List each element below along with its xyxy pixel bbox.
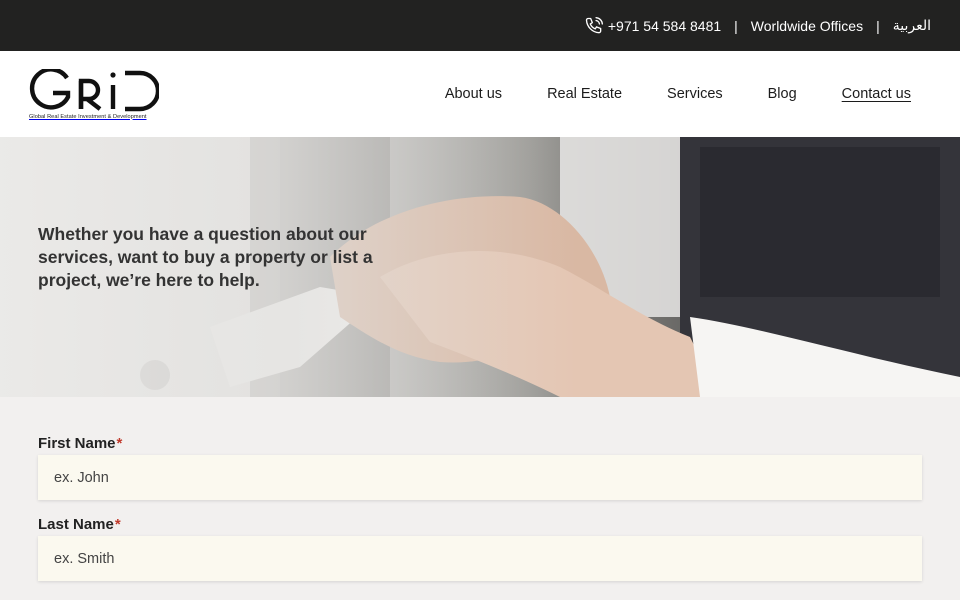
grid-wordmark-logo [29, 68, 159, 111]
last-name-label: Last Name* [38, 516, 922, 533]
required-marker: * [116, 435, 123, 452]
top-bar: +971 54 584 8481 | Worldwide Offices | ا… [0, 0, 960, 51]
logo[interactable]: Global Real Estate Investment & Developm… [29, 68, 161, 120]
phone-icon [585, 16, 603, 33]
site-header: Global Real Estate Investment & Developm… [0, 51, 960, 137]
phone-number: +971 54 584 8481 [607, 17, 722, 34]
language-switch-link[interactable]: العربية [893, 17, 931, 34]
nav-about-us[interactable]: About us [445, 86, 502, 102]
worldwide-offices-link[interactable]: Worldwide Offices [751, 18, 863, 34]
contact-form: First Name* Last Name* [0, 397, 960, 581]
nav-real-estate[interactable]: Real Estate [547, 86, 622, 102]
nav-blog[interactable]: Blog [768, 86, 797, 102]
phone-link[interactable]: +971 54 584 8481 [584, 16, 721, 36]
last-name-input[interactable] [38, 536, 922, 581]
first-name-input[interactable] [38, 455, 922, 500]
logo-tagline: Global Real Estate Investment & Developm… [29, 113, 147, 120]
first-name-label: First Name* [38, 435, 922, 452]
nav-contact-us[interactable]: Contact us [842, 86, 911, 102]
hero-banner: Whether you have a question about our se… [0, 137, 960, 397]
last-name-label-text: Last Name [38, 516, 114, 533]
last-name-field-group: Last Name* [38, 516, 922, 581]
separator: | [876, 17, 880, 34]
main-nav: About us Real Estate Services Blog Conta… [400, 86, 911, 102]
first-name-label-text: First Name [38, 435, 116, 452]
hero-heading: Whether you have a question about our se… [38, 224, 373, 290]
first-name-field-group: First Name* [38, 435, 922, 500]
separator: | [734, 17, 738, 34]
nav-services[interactable]: Services [667, 86, 723, 102]
required-marker: * [114, 516, 121, 533]
